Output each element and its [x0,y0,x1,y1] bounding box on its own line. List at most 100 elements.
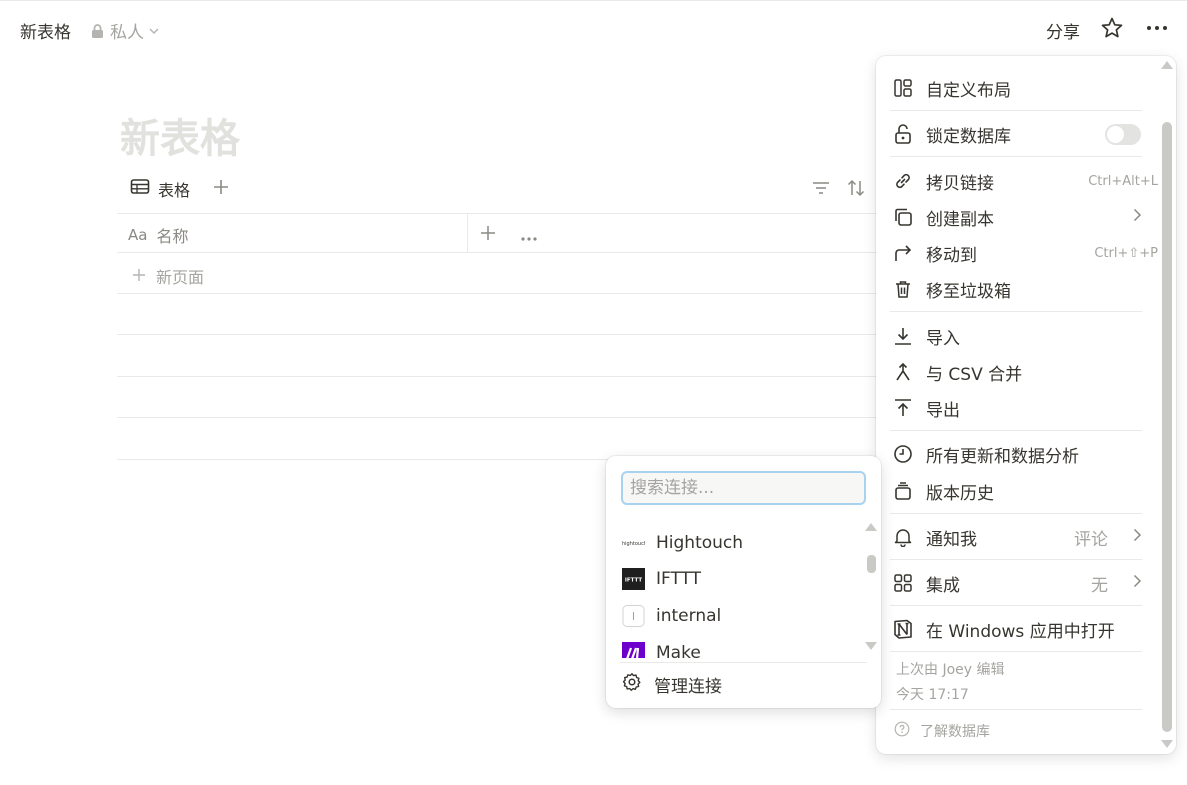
menu-item-trash[interactable]: 移至垃圾箱 [892,274,1142,304]
menu-item-open-in-windows[interactable]: 在 Windows 应用中打开 [892,614,1142,644]
sort-icon[interactable] [847,179,865,201]
plus-icon [132,267,146,286]
internal-logo-text: I [632,610,635,623]
new-page-button[interactable]: 新页面 [132,264,204,288]
column-more-icon[interactable] [520,228,538,247]
list-item-make[interactable]: Make [622,638,701,658]
menu-item-label: 自定义布局 [926,80,1011,101]
manage-connections-button[interactable]: 管理连接 [622,672,722,697]
menu-item-label: 与 CSV 合并 [926,364,1023,385]
column-header-name[interactable]: Aa 名称 [128,223,188,247]
chevron-down-icon [149,27,159,35]
menu-item-move-to[interactable]: 移动到 Ctrl+⇧+P [892,238,1158,268]
submenu-scrollbar-thumb[interactable] [867,555,876,573]
trash-icon [892,278,914,300]
page-title[interactable]: 新表格 [120,106,240,164]
add-view-icon[interactable] [212,177,230,201]
text-property-icon: Aa [128,226,148,244]
list-item-internal[interactable]: I internal [610,599,858,633]
menu-divider [890,559,1142,560]
list-item-hightouch[interactable]: hightouch Hightouch [622,528,743,558]
column-divider [467,214,468,252]
favorite-star-icon[interactable] [1100,16,1124,44]
new-page-label: 新页面 [156,268,205,287]
table-border-top [117,213,877,214]
menu-item-merge-csv[interactable]: 与 CSV 合并 [892,357,1142,387]
integrations-grid-icon [892,572,914,594]
manage-connections-label: 管理连接 [654,677,722,697]
scroll-up-arrow[interactable] [1161,61,1173,69]
search-connections-input[interactable] [621,471,866,505]
more-options-icon[interactable] [1145,18,1169,42]
shortcut-hint: Ctrl+⇧+P [1094,245,1158,261]
menu-item-notify-me[interactable]: 通知我 评论 [892,522,1142,552]
scroll-up-arrow[interactable] [865,523,877,531]
menu-item-label: 导入 [926,328,960,349]
chevron-right-icon [1132,527,1142,547]
menu-item-import[interactable]: 导入 [892,321,1142,351]
menu-divider [890,311,1142,312]
scroll-down-arrow[interactable] [865,642,877,650]
menu-item-copy-link[interactable]: 拷贝链接 Ctrl+Alt+L [892,166,1158,196]
menu-item-label: 通知我 [926,529,977,550]
internal-integration-icon: I [622,605,645,627]
share-button[interactable]: 分享 [1046,18,1080,43]
menu-item-label: 在 Windows 应用中打开 [926,621,1115,642]
privacy-label: 私人 [110,23,144,43]
learn-databases-link[interactable]: 了解数据库 [894,721,990,741]
integrations-submenu: hightouch Hightouch IFTTT IFTTT I intern… [606,456,881,708]
hightouch-logo-icon: hightouch [622,532,645,554]
filter-icon[interactable] [812,180,830,200]
window-top-border [0,0,1187,1]
unlock-icon [892,123,914,145]
import-icon [892,325,914,347]
layout-icon [892,77,914,99]
move-arrow-icon [892,242,914,264]
shortcut-hint: Ctrl+Alt+L [1088,173,1158,189]
lock-database-toggle[interactable] [1105,124,1141,145]
column-header-label: 名称 [156,227,189,246]
make-logo-icon [622,642,645,658]
breadcrumb-page-name[interactable]: 新表格 [20,18,71,43]
bell-icon [892,526,914,548]
privacy-selector[interactable]: 私人 [90,18,159,43]
export-icon [892,397,914,419]
ifttt-logo-text: IFTTT [625,578,643,584]
menu-item-label: 移至垃圾箱 [926,281,1011,302]
menu-divider [890,651,1142,652]
link-icon [892,170,914,192]
hightouch-logo-text: hightouch [622,541,645,547]
menu-item-version-history[interactable]: 版本历史 [892,476,1142,506]
submenu-divider [620,662,867,663]
tab-table-view[interactable]: 表格 [130,177,190,201]
menu-item-label: 所有更新和数据分析 [926,446,1079,467]
merge-icon [892,361,914,383]
last-edited-by: 上次由 Joey 编辑 [896,662,1005,678]
last-edited-time: 今天 17:17 [896,687,969,703]
menu-item-integrations[interactable]: 集成 无 [882,565,1152,601]
scroll-down-arrow[interactable] [1161,740,1173,748]
menu-divider [890,709,1142,710]
menu-item-label: 导出 [926,400,960,421]
list-item-ifttt[interactable]: IFTTT IFTTT [622,564,701,594]
help-circle-icon [894,721,910,741]
menu-item-label: 版本历史 [926,483,994,504]
menu-item-export[interactable]: 导出 [892,393,1142,423]
menu-item-custom-layout[interactable]: 自定义布局 [892,73,1142,103]
menu-item-duplicate[interactable]: 创建副本 [892,202,1142,232]
connections-list: hightouch Hightouch IFTTT IFTTT I intern… [606,524,881,658]
menu-item-label: 移动到 [926,245,977,266]
connection-name: internal [656,606,722,626]
menu-scrollbar-thumb[interactable] [1162,122,1172,732]
clock-icon [892,443,914,465]
table-row-divider [117,334,877,335]
table-icon [130,178,150,200]
menu-item-updates-analytics[interactable]: 所有更新和数据分析 [892,439,1142,469]
notion-logo-icon [892,618,914,640]
connection-name: Hightouch [656,533,744,553]
integrations-value: 无 [1091,575,1108,596]
learn-databases-label: 了解数据库 [920,724,990,740]
add-column-icon[interactable] [480,225,496,245]
table-row-divider [117,293,877,294]
menu-divider [890,513,1142,514]
